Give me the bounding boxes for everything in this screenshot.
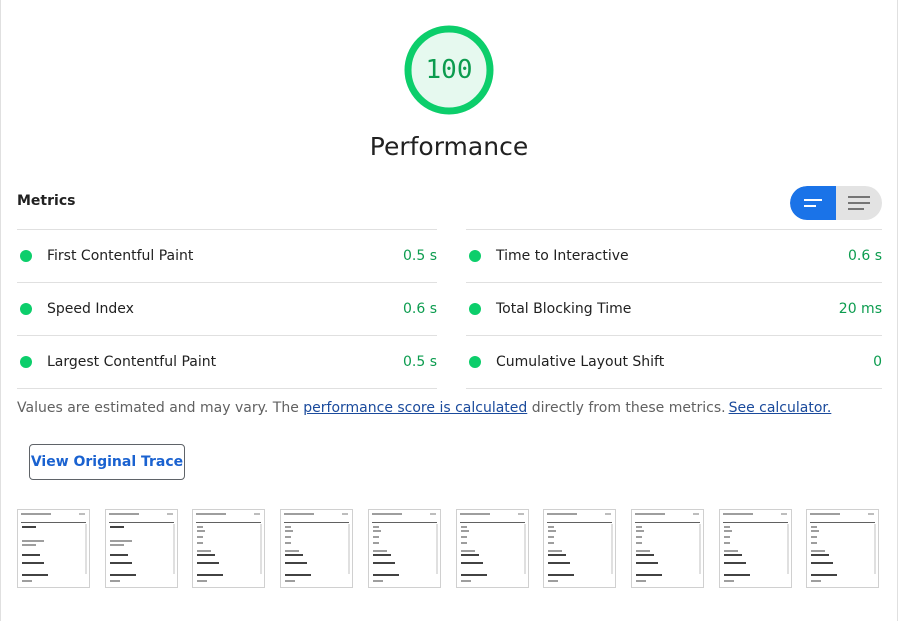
performance-gauge: 100	[403, 24, 495, 116]
metric-value: 20 ms	[838, 301, 882, 317]
metric-row: Speed Index 0.6 s	[17, 282, 437, 335]
pass-dot-icon	[469, 303, 481, 315]
pass-dot-icon	[20, 303, 32, 315]
lines-icon	[848, 196, 870, 210]
view-original-trace-button[interactable]: View Original Trace	[29, 444, 185, 480]
pass-dot-icon	[20, 250, 32, 262]
metric-label: Speed Index	[47, 301, 134, 317]
gauge-title: Performance	[369, 132, 529, 161]
gauge-score: 100	[425, 55, 473, 85]
metric-value: 0	[873, 354, 882, 370]
toggle-bars-button[interactable]	[790, 186, 836, 220]
note-prefix: Values are estimated and may vary. The	[17, 400, 304, 416]
metrics-view-toggle[interactable]	[790, 186, 882, 220]
note-middle: directly from these metrics.	[527, 400, 726, 416]
filmstrip-frame	[192, 509, 265, 588]
metric-label: First Contentful Paint	[47, 248, 194, 264]
metrics-column-right: Time to Interactive 0.6 s Total Blocking…	[466, 229, 882, 389]
filmstrip-frame	[719, 509, 792, 588]
pass-dot-icon	[469, 356, 481, 368]
see-calculator-link[interactable]: See calculator.	[729, 400, 832, 416]
metric-value: 0.6 s	[402, 301, 437, 317]
metric-row: First Contentful Paint 0.5 s	[17, 229, 437, 282]
metric-value: 0.6 s	[847, 248, 882, 264]
filmstrip-frame	[280, 509, 353, 588]
metrics-column-left: First Contentful Paint 0.5 s Speed Index…	[17, 229, 437, 389]
metric-label: Time to Interactive	[496, 248, 629, 264]
metric-row: Cumulative Layout Shift 0	[466, 335, 882, 389]
filmstrip	[17, 509, 883, 590]
toggle-lines-button[interactable]	[836, 186, 882, 220]
metric-label: Total Blocking Time	[496, 301, 632, 317]
filmstrip-frame	[456, 509, 529, 588]
metrics-note: Values are estimated and may vary. The p…	[17, 400, 887, 416]
metric-row: Time to Interactive 0.6 s	[466, 229, 882, 282]
bars-icon	[804, 199, 822, 207]
score-calculation-link[interactable]: performance score is calculated	[303, 400, 527, 416]
metric-label: Cumulative Layout Shift	[496, 354, 665, 370]
metric-value: 0.5 s	[402, 354, 437, 370]
metric-value: 0.5 s	[402, 248, 437, 264]
metrics-header: Metrics	[17, 193, 76, 209]
pass-dot-icon	[469, 250, 481, 262]
filmstrip-frame	[543, 509, 616, 588]
filmstrip-frame	[368, 509, 441, 588]
metric-row: Total Blocking Time 20 ms	[466, 282, 882, 335]
metric-row: Largest Contentful Paint 0.5 s	[17, 335, 437, 389]
metric-label: Largest Contentful Paint	[47, 354, 217, 370]
filmstrip-frame	[631, 509, 704, 588]
filmstrip-frame	[806, 509, 879, 588]
filmstrip-frame	[105, 509, 178, 588]
filmstrip-frame	[17, 509, 90, 588]
pass-dot-icon	[20, 356, 32, 368]
